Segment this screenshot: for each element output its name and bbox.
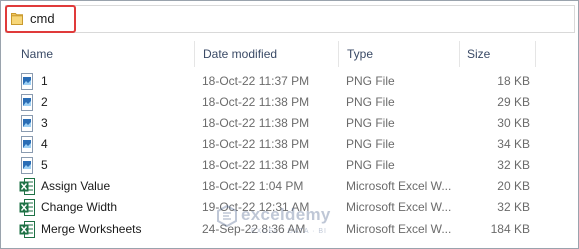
file-name: Change Width [41, 200, 118, 214]
file-row[interactable]: 3 18-Oct-22 11:38 PM PNG File 30 KB [1, 113, 578, 134]
png-image-icon [19, 136, 35, 153]
file-size: 20 KB [497, 179, 530, 193]
column-divider[interactable] [194, 41, 195, 67]
file-date-modified: 18-Oct-22 11:38 PM [202, 137, 310, 151]
file-row[interactable]: 1 18-Oct-22 11:37 PM PNG File 18 KB [1, 71, 578, 92]
file-type: Microsoft Excel W... [346, 179, 452, 193]
file-name: Assign Value [41, 179, 111, 193]
file-name: 2 [41, 95, 48, 109]
file-name: Merge Worksheets [41, 222, 142, 236]
png-image-icon [19, 115, 35, 132]
file-row[interactable]: 2 18-Oct-22 11:38 PM PNG File 29 KB [1, 92, 578, 113]
column-header-size[interactable]: Size [467, 47, 490, 61]
file-date-modified: 18-Oct-22 1:04 PM [202, 179, 304, 193]
file-date-modified: 18-Oct-22 11:37 PM [202, 74, 310, 88]
column-divider[interactable] [535, 41, 536, 67]
file-type: PNG File [346, 158, 395, 172]
png-image-icon [19, 157, 35, 174]
file-date-modified: 18-Oct-22 11:38 PM [202, 116, 310, 130]
file-type: PNG File [346, 95, 395, 109]
file-type: PNG File [346, 74, 395, 88]
file-size: 32 KB [497, 158, 530, 172]
file-name: 4 [41, 137, 48, 151]
file-type: Microsoft Excel W... [346, 200, 452, 214]
folder-icon [11, 11, 23, 25]
file-row[interactable]: Change Width 19-Oct-22 12:31 AM Microsof… [1, 197, 578, 218]
file-size: 34 KB [497, 137, 530, 151]
file-type: Microsoft Excel W... [346, 222, 452, 236]
excel-file-icon [19, 221, 35, 238]
file-name: 1 [41, 74, 48, 88]
column-header-type[interactable]: Type [347, 47, 373, 61]
file-type: PNG File [346, 116, 395, 130]
file-row[interactable]: Assign Value 18-Oct-22 1:04 PM Microsoft… [1, 176, 578, 197]
address-bar[interactable] [5, 5, 575, 33]
file-date-modified: 18-Oct-22 11:38 PM [202, 158, 310, 172]
column-divider[interactable] [459, 41, 460, 67]
file-row[interactable]: Merge Worksheets 24-Sep-22 8:36 AM Micro… [1, 219, 578, 240]
png-image-icon [19, 94, 35, 111]
file-date-modified: 19-Oct-22 12:31 AM [202, 200, 310, 214]
address-folder-name[interactable]: cmd [30, 11, 55, 27]
file-date-modified: 24-Sep-22 8:36 AM [202, 222, 306, 236]
column-header-date-modified[interactable]: Date modified [203, 47, 277, 61]
file-size: 32 KB [497, 200, 530, 214]
file-type: PNG File [346, 137, 395, 151]
column-header-name[interactable]: Name [21, 47, 53, 61]
excel-file-icon [19, 199, 35, 216]
file-name: 5 [41, 158, 48, 172]
png-image-icon [19, 73, 35, 90]
file-size: 29 KB [497, 95, 530, 109]
file-row[interactable]: 5 18-Oct-22 11:38 PM PNG File 32 KB [1, 155, 578, 176]
column-divider[interactable] [338, 41, 339, 67]
file-row[interactable]: 4 18-Oct-22 11:38 PM PNG File 34 KB [1, 134, 578, 155]
file-name: 3 [41, 116, 48, 130]
excel-file-icon [19, 178, 35, 195]
file-date-modified: 18-Oct-22 11:38 PM [202, 95, 310, 109]
file-size: 30 KB [497, 116, 530, 130]
file-size: 18 KB [497, 74, 530, 88]
file-explorer-window: cmd Name Date modified Type Size 1 18-Oc… [0, 0, 579, 249]
file-size: 184 KB [490, 222, 530, 236]
column-header-row: Name Date modified Type Size [1, 41, 578, 67]
